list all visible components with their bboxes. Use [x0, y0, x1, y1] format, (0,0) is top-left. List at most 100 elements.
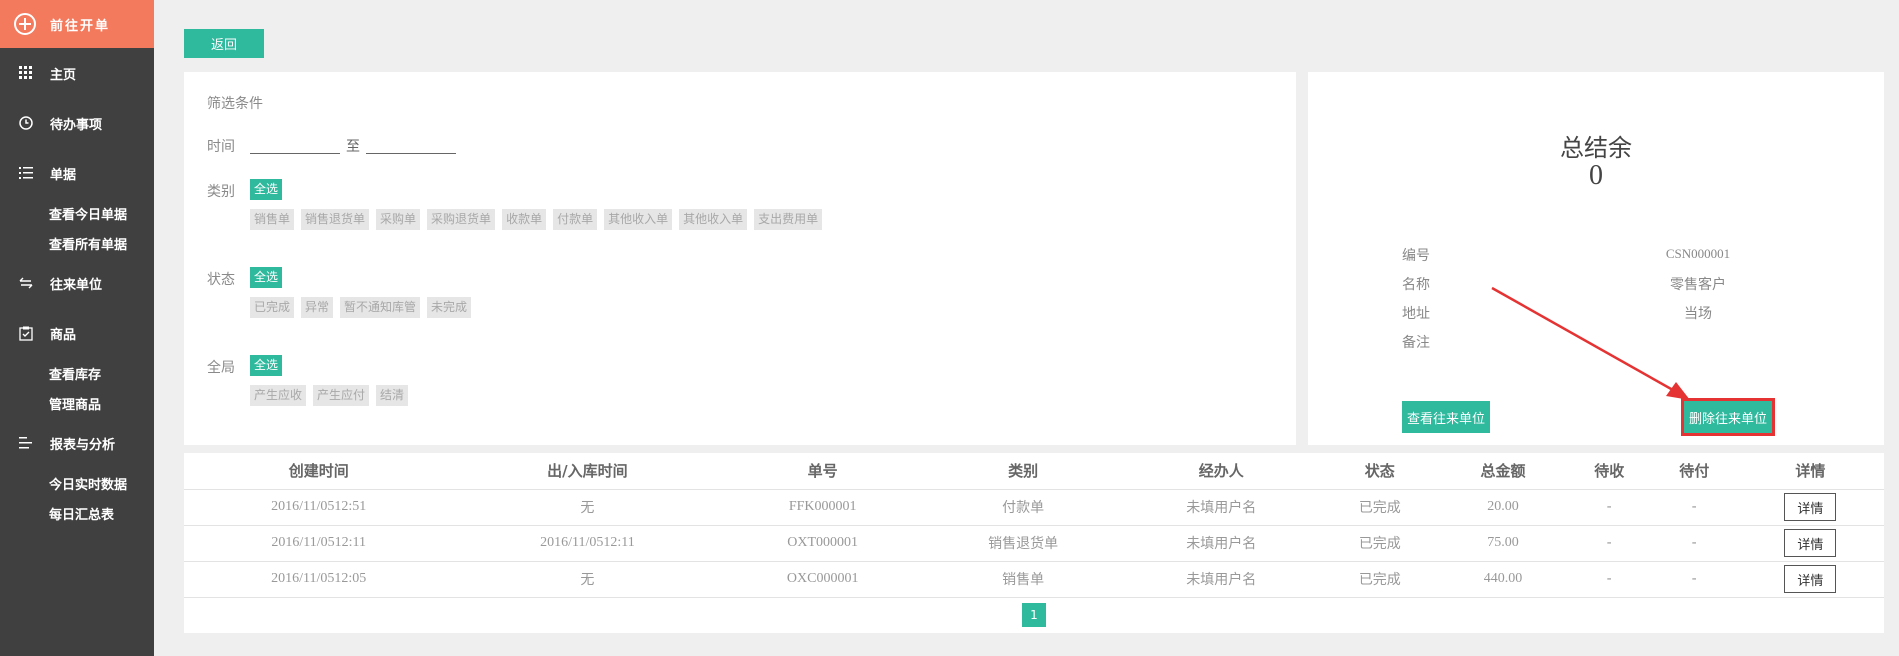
cell-payable: - — [1651, 489, 1737, 526]
col-header: 详情 — [1736, 453, 1884, 490]
records-table: 创建时间 出/入库时间 单号 类别 经办人 状态 总金额 待收 待付 详情 20… — [184, 453, 1884, 598]
sidebar-item-today-docs[interactable]: 查看今日单据 — [0, 198, 154, 228]
sidebar-item-partners[interactable]: 往来单位 — [0, 258, 154, 308]
cell-handler: 未填用户名 — [1122, 561, 1321, 598]
cell-detail: 详情 — [1736, 525, 1884, 562]
global-label: 全局 — [207, 360, 235, 376]
delete-partner-button[interactable]: 删除往来单位 — [1680, 398, 1776, 436]
cell-receivable: - — [1566, 561, 1652, 598]
list-icon — [18, 165, 34, 181]
sidebar-item-products[interactable]: 商品 — [0, 308, 154, 358]
status-chip[interactable]: 异常 — [301, 297, 334, 318]
sidebar-item-all-docs[interactable]: 查看所有单据 — [0, 228, 154, 258]
detail-button[interactable]: 详情 — [1784, 493, 1837, 521]
cell-detail: 详情 — [1736, 561, 1884, 598]
global-chips: 产生应收 产生应付 结清 — [250, 385, 409, 406]
time-end-input[interactable] — [366, 136, 456, 154]
sidebar-item-realtime-data[interactable]: 今日实时数据 — [0, 468, 154, 498]
cell-handler: 未填用户名 — [1122, 489, 1321, 526]
category-chips: 销售单 销售退货单 采购单 采购退货单 收款单 付款单 其他收入单 其他收入单 … — [250, 209, 823, 230]
cell-io-time: 2016/11/0512:11 — [453, 525, 722, 562]
sidebar-item-label: 单据 — [50, 167, 77, 183]
time-to-label: 至 — [346, 139, 360, 155]
sidebar-item-home[interactable]: 主页 — [0, 48, 154, 98]
cell-number: OXC000001 — [721, 561, 924, 598]
sidebar-item-daily-summary[interactable]: 每日汇总表 — [0, 498, 154, 528]
status-chip[interactable]: 未完成 — [427, 297, 472, 318]
category-chip[interactable]: 收款单 — [502, 209, 547, 230]
cell-created: 2016/11/0512:51 — [184, 489, 454, 526]
cell-status: 已完成 — [1320, 561, 1440, 598]
table-row: 2016/11/0512:11 2016/11/0512:11 OXT00000… — [184, 525, 1884, 562]
status-chip[interactable]: 已完成 — [250, 297, 295, 318]
sidebar-item-label: 查看所有单据 — [49, 237, 128, 253]
field-value-number: CSN000001 — [1665, 246, 1731, 261]
cell-total: 20.00 — [1439, 489, 1567, 526]
sidebar: 前往开单 主页 待办事项 单据 查看今日单据 查看所有单据 往来单位 商品 查看… — [0, 0, 154, 656]
sidebar-item-label: 管理商品 — [49, 397, 102, 413]
cell-status: 已完成 — [1320, 525, 1440, 562]
cell-handler: 未填用户名 — [1122, 525, 1321, 562]
sidebar-item-todo[interactable]: 待办事项 — [0, 98, 154, 148]
view-partner-button[interactable]: 查看往来单位 — [1402, 401, 1491, 433]
balance-value: 0 — [1589, 160, 1603, 191]
records-table-panel: 创建时间 出/入库时间 单号 类别 经办人 状态 总金额 待收 待付 详情 20… — [184, 453, 1884, 633]
detail-button[interactable]: 详情 — [1784, 565, 1837, 593]
category-chip[interactable]: 其他收入单 — [604, 209, 673, 230]
category-chip[interactable]: 采购退货单 — [427, 209, 496, 230]
field-label-remark: 备注 — [1402, 335, 1430, 351]
exchange-icon — [18, 275, 34, 291]
category-chip[interactable]: 销售退货单 — [301, 209, 370, 230]
status-chips: 已完成 异常 暂不通知库管 未完成 — [250, 297, 472, 318]
field-label-address: 地址 — [1402, 306, 1430, 322]
balance-title: 总结余 — [1560, 134, 1632, 162]
sidebar-item-label: 查看库存 — [49, 367, 102, 383]
category-label: 类别 — [207, 184, 235, 200]
time-label: 时间 — [207, 139, 235, 155]
table-header-row: 创建时间 出/入库时间 单号 类别 经办人 状态 总金额 待收 待付 详情 — [184, 453, 1884, 490]
cell-type: 销售单 — [923, 561, 1123, 598]
cell-created: 2016/11/0512:05 — [184, 561, 454, 598]
bars-icon — [18, 435, 34, 451]
global-chip[interactable]: 结清 — [376, 385, 409, 406]
category-chip[interactable]: 其他收入单 — [679, 209, 748, 230]
category-chip[interactable]: 采购单 — [376, 209, 421, 230]
return-button[interactable]: 返回 — [184, 29, 264, 58]
cell-io-time: 无 — [453, 561, 722, 598]
global-chip[interactable]: 产生应付 — [313, 385, 370, 406]
status-select-all[interactable]: 全选 — [250, 267, 283, 288]
sidebar-item-inventory[interactable]: 查看库存 — [0, 358, 154, 388]
sidebar-item-label: 往来单位 — [50, 277, 103, 293]
sidebar-item-reports[interactable]: 报表与分析 — [0, 418, 154, 468]
category-chip[interactable]: 付款单 — [553, 209, 598, 230]
create-order-label: 前往开单 — [50, 18, 111, 34]
cell-created: 2016/11/0512:11 — [184, 525, 454, 562]
clock-icon — [18, 115, 34, 131]
category-select-all[interactable]: 全选 — [250, 179, 283, 200]
pagination-page[interactable]: 1 — [1022, 603, 1046, 627]
cell-receivable: - — [1566, 525, 1652, 562]
cell-receivable: - — [1566, 489, 1652, 526]
filter-title: 筛选条件 — [207, 96, 263, 112]
table-row: 2016/11/0512:05 无 OXC000001 销售单 未填用户名 已完… — [184, 561, 1884, 598]
create-order-button[interactable]: 前往开单 — [0, 0, 154, 48]
col-header: 类别 — [923, 453, 1123, 490]
field-value-address: 当场 — [1684, 306, 1712, 322]
detail-button[interactable]: 详情 — [1784, 529, 1837, 557]
sidebar-item-label: 每日汇总表 — [49, 507, 115, 523]
sidebar-item-label: 今日实时数据 — [49, 477, 128, 493]
sidebar-item-label: 报表与分析 — [50, 437, 116, 453]
sidebar-item-manage-products[interactable]: 管理商品 — [0, 388, 154, 418]
global-select-all[interactable]: 全选 — [250, 355, 283, 376]
sidebar-item-documents[interactable]: 单据 — [0, 148, 154, 198]
category-chip[interactable]: 支出费用单 — [754, 209, 823, 230]
col-header: 创建时间 — [184, 453, 454, 490]
time-start-input[interactable] — [250, 136, 340, 154]
grid-icon — [18, 65, 34, 81]
col-header: 单号 — [721, 453, 924, 490]
category-chip[interactable]: 销售单 — [250, 209, 295, 230]
global-chip[interactable]: 产生应收 — [250, 385, 307, 406]
status-label: 状态 — [207, 272, 235, 288]
status-chip[interactable]: 暂不通知库管 — [340, 297, 421, 318]
cell-number: FFK000001 — [721, 489, 924, 526]
